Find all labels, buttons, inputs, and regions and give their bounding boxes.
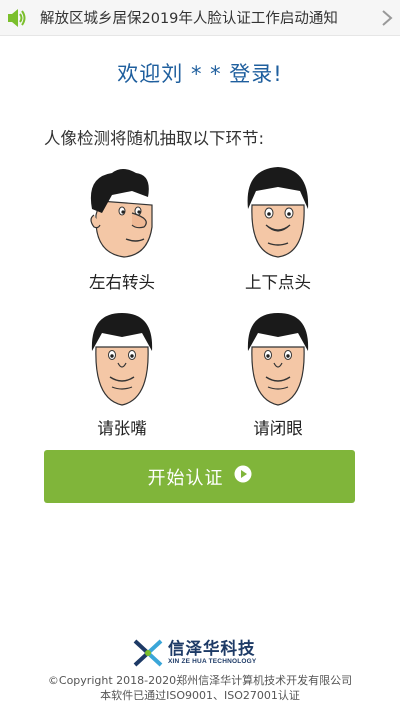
- start-button-label: 开始认证: [147, 467, 224, 489]
- company-logo: 信泽华科技 XIN ZE HUA TECHNOLOGY: [132, 636, 272, 670]
- notice-text: 解放区城乡居保2019年人脸认证工作启动通知: [40, 11, 338, 27]
- speaker-icon: [2, 0, 32, 36]
- action-label: 请闭眼: [253, 419, 303, 438]
- action-open-mouth: 请张嘴: [57, 311, 187, 439]
- close-eyes-face-icon: [247, 313, 309, 406]
- start-authentication-button[interactable]: 开始认证: [44, 450, 355, 503]
- logo-text: 信泽华科技: [168, 638, 256, 658]
- welcome-title: 欢迎刘 * * 登录!: [117, 62, 283, 86]
- action-nod-head: 上下点头: [213, 165, 343, 293]
- copyright-text: ©Copyright 2018-2020郑州信泽华计算机技术开发有限公司: [47, 674, 353, 687]
- turn-head-face-icon: [90, 169, 153, 258]
- nod-head-face-icon: [247, 167, 309, 258]
- chevron-right-icon[interactable]: [374, 0, 400, 36]
- action-turn-head: 左右转头: [57, 165, 187, 293]
- xinzehua-logo-icon: [133, 639, 163, 667]
- certification-text: 本软件已通过ISO9001、ISO27001认证: [100, 689, 300, 702]
- logo-subtext: XIN ZE HUA TECHNOLOGY: [168, 658, 257, 665]
- action-label: 左右转头: [89, 273, 155, 292]
- action-close-eyes: 请闭眼: [213, 311, 343, 439]
- action-label: 请张嘴: [97, 419, 147, 438]
- notice-bar[interactable]: 解放区城乡居保2019年人脸认证工作启动通知: [0, 0, 400, 36]
- open-mouth-face-icon: [91, 313, 153, 406]
- detection-hint: 人像检测将随机抽取以下环节:: [44, 129, 265, 148]
- play-circle-icon: [234, 465, 252, 488]
- action-label: 上下点头: [245, 273, 311, 292]
